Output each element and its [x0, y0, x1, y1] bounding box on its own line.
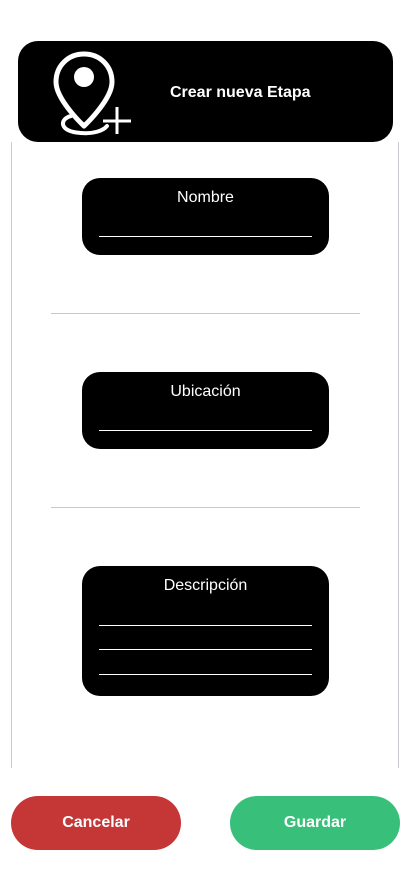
nombre-field[interactable]: Nombre — [82, 178, 329, 255]
map-pin-add-icon — [53, 51, 131, 136]
section-divider — [51, 313, 360, 314]
header-bar: Crear nueva Etapa — [18, 41, 393, 142]
descripcion-field[interactable]: Descripción — [82, 566, 329, 696]
descripcion-input-line[interactable] — [99, 625, 312, 626]
section-divider — [51, 507, 360, 508]
descripcion-label: Descripción — [163, 577, 248, 594]
descripcion-input-line[interactable] — [99, 649, 312, 650]
page-title: Crear nueva Etapa — [170, 84, 311, 101]
nombre-label: Nombre — [177, 189, 234, 206]
nombre-input-line[interactable] — [99, 236, 312, 237]
ubicacion-input-line[interactable] — [99, 430, 312, 431]
descripcion-input-line[interactable] — [99, 674, 312, 675]
ubicacion-field[interactable]: Ubicación — [82, 372, 329, 449]
cancel-button[interactable]: Cancelar — [11, 796, 181, 850]
save-button[interactable]: Guardar — [230, 796, 400, 850]
ubicacion-label: Ubicación — [170, 383, 241, 400]
